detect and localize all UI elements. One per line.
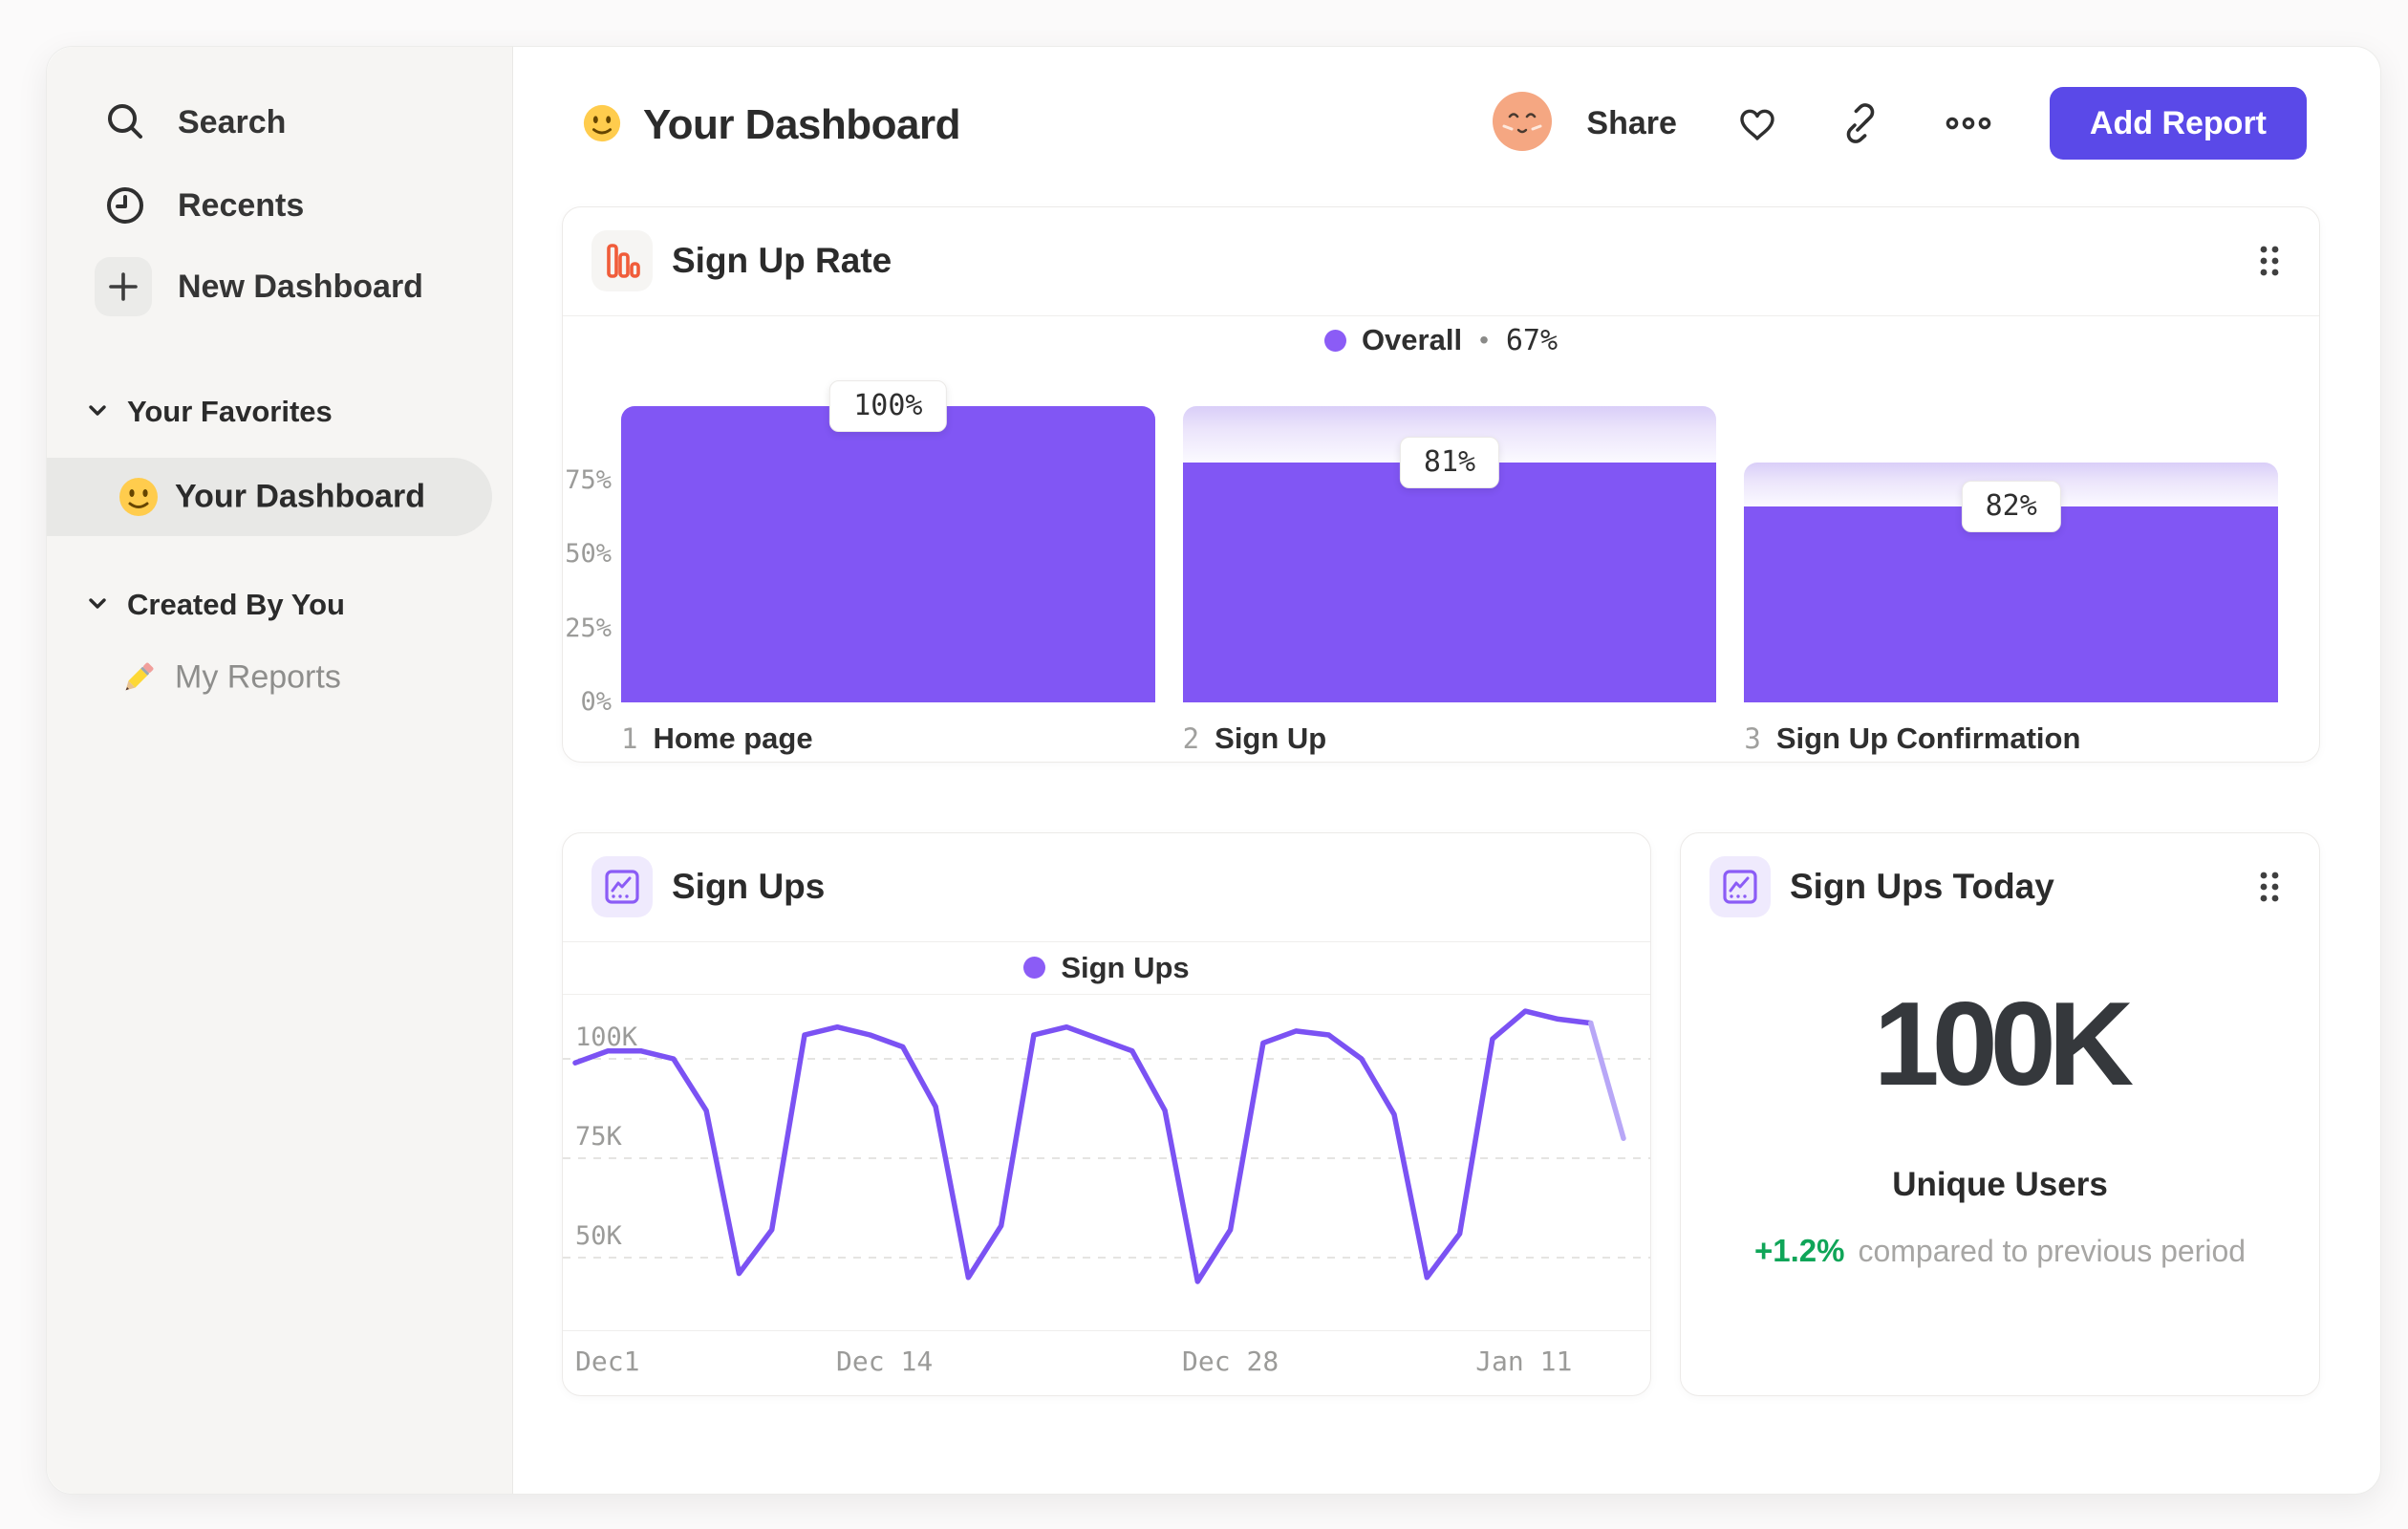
funnel-bar-fill [621,406,1155,702]
funnel-step-label: 2 Sign Up [1183,721,1717,760]
x-axis-tick: Dec 28 [1182,1346,1279,1377]
y-axis-tick: 75% [565,464,612,495]
y-axis-tick: 50K [575,1221,622,1251]
funnel-bar-fill [1744,506,2279,702]
drag-handle-icon[interactable] [2248,240,2290,282]
sidebar-item-label: Your Dashboard [175,478,425,515]
drag-handle-icon[interactable] [2248,866,2290,908]
conversion-tooltip: 81% [1399,436,1500,488]
funnel-bar-fill [1182,462,1717,702]
x-axis-tick: Jan 11 [1475,1346,1573,1377]
sign-ups-card: Sign Ups Sign Ups 100K 75K 50K Dec1 Dec 14 D… [562,832,1651,1396]
sign-ups-series-line [1587,1020,1626,1141]
clock-icon [97,177,154,234]
card-title: Sign Ups Today [1790,867,2054,906]
sidebar-item-search[interactable]: Search [47,88,512,157]
sidebar-item-your-dashboard[interactable]: Your Dashboard [47,458,492,536]
section-title: Created By You [127,588,345,621]
sidebar-item-label: My Reports [175,658,341,696]
y-axis-tick: 0% [580,687,612,717]
step-name: Home page [653,721,813,755]
step-number: 3 [1744,722,1761,755]
step-number: 1 [621,722,638,755]
topbar-actions: Share Add Report [1493,86,2307,161]
legend-dot [1323,329,1346,352]
step-number: 2 [1182,722,1200,755]
section-title: Your Favorites [127,395,333,428]
chevron-down-icon [85,398,110,427]
sign-ups-today-card: Sign Ups Today 100K Unique Users +1.2% c… [1680,832,2320,1396]
sign-ups-line-svg [563,1008,1650,1284]
funnel-bar[interactable]: 81% [1182,406,1717,702]
metric-label: Unique Users [1892,1166,2108,1203]
sidebar-section-favorites[interactable]: Your Favorites [85,395,333,429]
y-axis-tick: 75K [575,1122,622,1152]
conversion-tooltip: 82% [1961,481,2061,533]
line-chart-icon [591,856,653,917]
card-header: Sign Ups Today [1681,833,2319,941]
line-chart-plot[interactable]: 100K 75K 50K [563,994,1650,1329]
x-axis-tick: Dec 14 [836,1346,934,1377]
step-name: Sign Up [1215,721,1327,755]
line-legend: Sign Ups [563,941,1650,995]
delta-note: compared to previous period [1858,1234,2247,1268]
funnel-bar[interactable]: 100% [621,380,1155,702]
sidebar-item-my-reports[interactable]: My Reports [47,643,512,712]
share-button[interactable]: Share [1586,105,1677,142]
sidebar-item-recents[interactable]: Recents [47,171,512,240]
y-axis-tick: 50% [565,539,612,569]
avatar[interactable] [1493,91,1553,156]
metric-delta: +1.2% compared to previous period [1681,1233,2319,1269]
search-icon [97,94,154,151]
legend-dot [1023,957,1046,979]
funnel-bar[interactable]: 82% [1744,406,2279,702]
x-axis-divider [563,1330,1650,1331]
sidebar-item-label: New Dashboard [178,268,423,305]
card-title: Sign Ups [672,867,826,906]
funnel-step-label: 3 Sign Up Confirmation [1744,721,2278,760]
card-header: Sign Ups [563,833,1650,942]
y-axis-tick: 100K [575,1023,638,1052]
line-chart-icon [1709,856,1771,917]
conversion-tooltip: 100% [829,380,947,432]
add-report-button[interactable]: Add Report [2049,87,2307,160]
copy-link-icon[interactable] [1838,100,1883,146]
sign-ups-series-line [572,1008,1594,1284]
chevron-down-icon [85,591,110,620]
overall-conversion-value: 67% [1505,323,1559,357]
card-header: Sign Up Rate [563,207,2319,316]
page-title: Your Dashboard [582,97,961,154]
plus-icon [95,257,152,316]
funnel-step-labels: 1 Home page 2 Sign Up 3 Sign Up Confirmation [621,721,2278,760]
delta-value: +1.2% [1753,1233,1845,1268]
funnel-step-label: 1 Home page [621,721,1155,760]
funnel-plot: 100% 81% 82% [621,380,2279,702]
sidebar-item-label: Recents [178,186,305,224]
smiley-emoji [582,103,622,148]
x-axis-tick: Dec1 [575,1346,640,1377]
metric-value: 100K [1873,979,2134,1110]
sidebar: Search Recents New Dashboard Your Favori… [47,47,513,1494]
card-title: Sign Up Rate [672,241,892,280]
more-options-icon[interactable] [1941,100,1996,146]
step-name: Sign Up Confirmation [1775,721,2081,755]
favorite-heart-icon[interactable] [1734,100,1780,146]
sidebar-item-label: Search [178,103,287,140]
funnel-chart-icon [591,230,653,291]
sidebar-section-created-by-you[interactable]: Created By You [85,588,345,622]
funnel-legend: Overall • 67% [563,315,2319,365]
sidebar-item-new-dashboard[interactable]: New Dashboard [47,252,512,321]
sign-up-rate-card: Sign Up Rate Overall • 67% 0% 25% 50% 75% 1… [562,206,2320,763]
y-axis-tick: 25% [565,613,612,643]
smiley-emoji [118,476,160,523]
app-window: Search Recents New Dashboard Your Favori… [46,46,2381,1495]
pencil-emoji [118,657,160,703]
